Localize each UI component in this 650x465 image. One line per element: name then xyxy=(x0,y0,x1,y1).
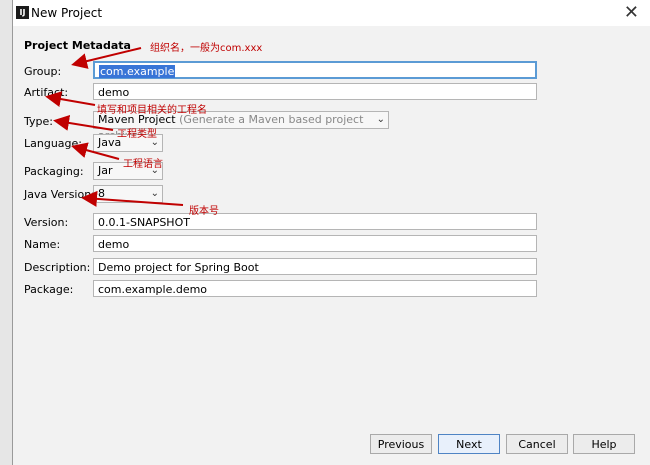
annotation-type: 工程类型 xyxy=(117,129,157,140)
title-bar: IJ New Project ✕ xyxy=(13,0,650,26)
arrow-artifact xyxy=(45,91,96,107)
annotation-language: 工程语言 xyxy=(123,159,163,170)
dialog-footer: Previous Next Cancel Help xyxy=(13,426,650,465)
intellij-app-icon: IJ xyxy=(16,6,29,19)
window-title: New Project xyxy=(31,6,103,20)
new-project-dialog: IJ New Project ✕ Project Metadata Group:… xyxy=(12,0,650,465)
arrow-language xyxy=(71,142,120,160)
annotation-artifact: 填写和项目相关的工程名 xyxy=(97,105,207,116)
dialog-content: Project Metadata Group: com.example Arti… xyxy=(13,26,650,426)
annotation-group: 组织名，一般为com.xxx xyxy=(150,43,263,54)
cancel-button[interactable]: Cancel xyxy=(506,434,568,454)
close-icon[interactable]: ✕ xyxy=(624,2,639,23)
arrow-type xyxy=(53,115,114,131)
arrow-group xyxy=(71,47,142,69)
previous-button[interactable]: Previous xyxy=(370,434,432,454)
arrow-java-version xyxy=(81,190,184,207)
next-button[interactable]: Next xyxy=(438,434,500,454)
annotation-java-version: 版本号 xyxy=(189,206,219,217)
annotation-arrows xyxy=(45,47,184,207)
help-button[interactable]: Help xyxy=(573,434,635,454)
